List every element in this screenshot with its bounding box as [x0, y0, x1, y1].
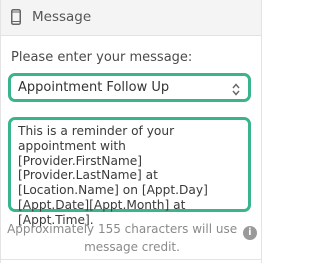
mobile-phone-icon — [11, 9, 21, 25]
template-select-value: Appointment Follow Up — [18, 80, 170, 95]
credit-note-text: Approximately 155 characters will use — [7, 222, 238, 236]
divider — [1, 259, 261, 260]
panel-header: Message — [1, 0, 261, 36]
panel-title: Message — [32, 9, 92, 25]
up-down-arrows-icon — [232, 81, 240, 96]
message-textarea[interactable]: This is a reminder of your appointment w… — [8, 117, 251, 227]
credit-note-text-continued: message credit. — [84, 240, 180, 254]
message-panel: Message Please enter your message: Appoi… — [0, 0, 262, 263]
message-prompt-label: Please enter your message: — [11, 50, 193, 65]
info-icon[interactable]: i — [242, 226, 257, 240]
template-select[interactable]: Appointment Follow Up — [8, 73, 251, 102]
credit-note: Approximately 155 characters will use i … — [1, 222, 263, 256]
